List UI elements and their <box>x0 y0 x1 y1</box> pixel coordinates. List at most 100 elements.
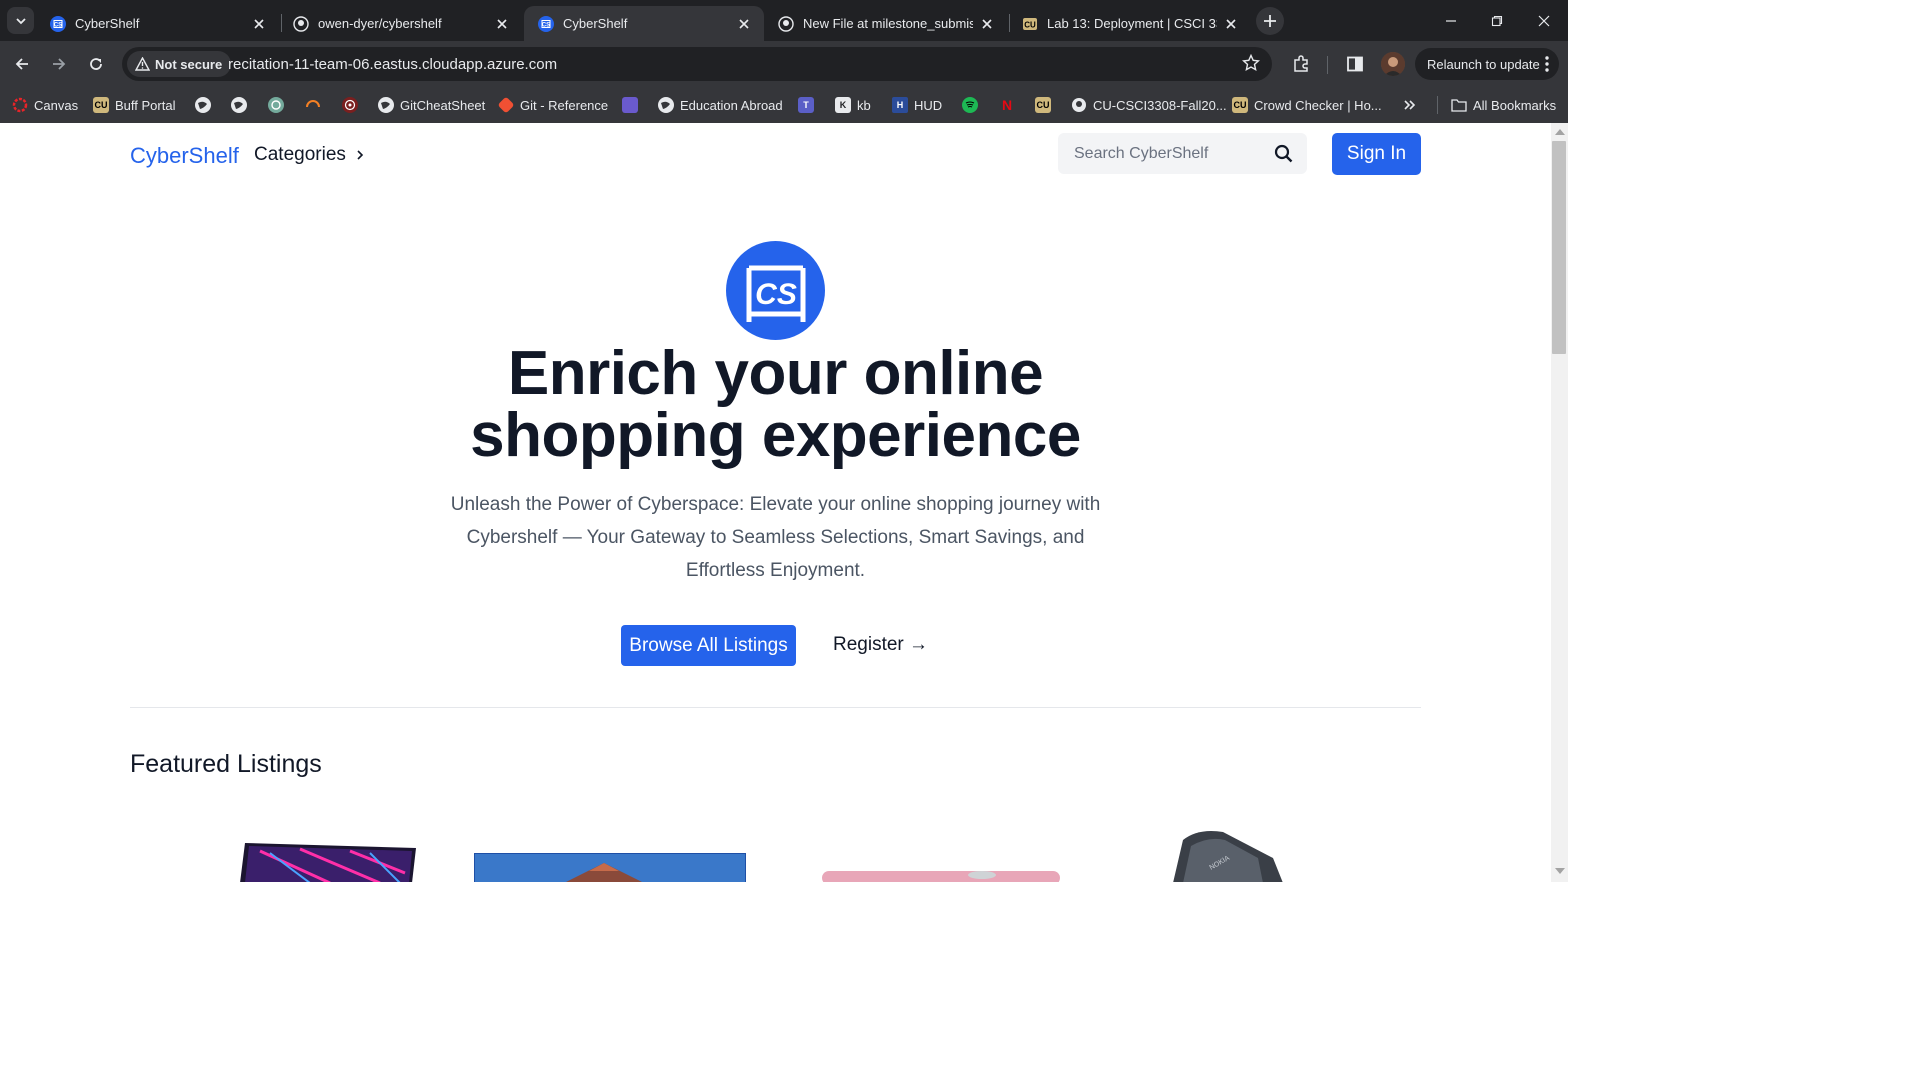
bookmark-canvas[interactable]: Canvas <box>12 95 78 115</box>
close-tab-icon[interactable] <box>251 16 267 32</box>
plus-icon <box>1264 15 1276 27</box>
site-brand-link[interactable]: CyberShelf <box>130 143 239 169</box>
tab-github-repo[interactable]: owen-dyer/cybershelf <box>279 6 522 41</box>
security-chip[interactable]: Not secure <box>127 51 232 77</box>
register-link[interactable]: Register → <box>833 634 928 656</box>
bookmark-target[interactable] <box>342 95 364 115</box>
featured-item-nokia-phone[interactable]: NOKIA <box>1163 828 1288 882</box>
bookmark-loading[interactable] <box>305 95 327 115</box>
close-tab-icon[interactable] <box>494 16 510 32</box>
bookmark-app[interactable] <box>622 95 644 115</box>
reload-button[interactable] <box>82 50 110 78</box>
chevron-down-icon <box>15 17 26 24</box>
featured-listings-heading: Featured Listings <box>130 750 322 778</box>
tab-cybershelf-1[interactable]: CS CyberShelf <box>36 6 279 41</box>
netflix-icon: N <box>1001 97 1013 113</box>
tab-lab13[interactable]: CU Lab 13: Deployment | CSCI 3308 <box>1008 6 1251 41</box>
search-icon[interactable] <box>1274 144 1293 168</box>
close-tab-icon[interactable] <box>1223 16 1239 32</box>
bookmark-label: Education Abroad <box>680 97 783 113</box>
arrow-right-icon <box>53 58 66 70</box>
tab-new-file[interactable]: New File at milestone_submissio <box>764 6 1007 41</box>
bookmark-buff-portal[interactable]: CU Buff Portal <box>93 95 175 115</box>
browse-all-listings-button[interactable]: Browse All Listings <box>621 625 796 666</box>
tab-title: owen-dyer/cybershelf <box>318 16 442 31</box>
restore-icon <box>1491 15 1503 27</box>
side-panel-icon <box>1347 56 1363 72</box>
minimize-button[interactable] <box>1438 8 1464 34</box>
chevron-right-icon <box>357 150 364 160</box>
bookmark-label: HUD <box>914 97 943 113</box>
bookmark-star-icon[interactable] <box>1241 53 1261 77</box>
globe-icon <box>231 97 247 113</box>
featured-item-pink-device[interactable] <box>822 869 1060 882</box>
new-tab-button[interactable] <box>1256 7 1284 35</box>
hud-icon: H <box>892 97 908 113</box>
bookmark-kb[interactable]: K kb <box>835 95 871 115</box>
extensions-button[interactable] <box>1287 50 1315 78</box>
scroll-down-arrow-icon[interactable] <box>1555 868 1565 874</box>
github-icon <box>778 15 794 32</box>
bookmark-label: Git - Reference <box>520 97 609 113</box>
github-icon <box>1071 97 1087 113</box>
bookmark-openai[interactable] <box>268 95 290 115</box>
scrollbar-thumb[interactable] <box>1552 141 1566 354</box>
cu-icon: CU <box>93 97 109 113</box>
bookmark-label: Crowd Checker | Ho... <box>1254 97 1382 113</box>
canvas-icon <box>12 97 28 113</box>
bookmark-crowd-checker[interactable]: CU Crowd Checker | Ho... <box>1232 95 1382 115</box>
featured-item-gaming-laptop[interactable] <box>240 843 418 882</box>
bookmark-globe-2[interactable] <box>231 95 253 115</box>
side-panel-button[interactable] <box>1341 50 1369 78</box>
relaunch-button[interactable]: Relaunch to update <box>1415 48 1559 80</box>
tv-image <box>474 853 746 882</box>
bookmark-globe-1[interactable] <box>195 95 217 115</box>
tab-strip: CS CyberShelf owen-dyer/cybershelf CS Cy… <box>0 0 1568 41</box>
all-bookmarks-button[interactable]: All Bookmarks <box>1451 95 1556 115</box>
bookmark-spotify[interactable] <box>962 95 984 115</box>
bookmark-git-reference[interactable]: Git - Reference <box>497 95 609 115</box>
search-input[interactable] <box>1058 133 1268 174</box>
bookmark-cu[interactable]: CU <box>1035 95 1057 115</box>
bookmarks-overflow-button[interactable] <box>1403 95 1417 115</box>
restore-button[interactable] <box>1484 8 1510 34</box>
bookmark-teams[interactable]: T <box>798 95 820 115</box>
close-tab-icon[interactable] <box>736 16 752 32</box>
scroll-up-arrow-icon[interactable] <box>1555 129 1565 135</box>
cybershelf-favicon: CS <box>50 15 66 32</box>
categories-label: Categories <box>254 144 346 165</box>
address-bar[interactable]: Not secure recitation-11-team-06.eastus.… <box>122 47 1272 81</box>
bookmark-label: Canvas <box>34 97 79 113</box>
categories-menu[interactable]: Categories <box>254 144 364 166</box>
sign-in-button[interactable]: Sign In <box>1332 133 1421 175</box>
featured-item-tv[interactable] <box>474 853 746 882</box>
svg-text:CS: CS <box>542 22 550 28</box>
forward-button[interactable] <box>45 50 73 78</box>
tab-cybershelf-active[interactable]: CS CyberShelf <box>524 6 764 41</box>
bookmark-label: Buff Portal <box>115 97 176 113</box>
close-tab-icon[interactable] <box>979 16 995 32</box>
bookmark-education-abroad[interactable]: Education Abroad <box>658 95 783 115</box>
close-window-button[interactable] <box>1531 8 1557 34</box>
tab-search-button[interactable] <box>7 7 34 34</box>
section-divider <box>130 707 1421 708</box>
toolbar-divider <box>1327 56 1328 74</box>
nokia-phone-image: NOKIA <box>1173 831 1283 882</box>
openai-icon <box>268 97 284 113</box>
avatar-icon <box>1381 52 1405 76</box>
bookmarks-bar: Canvas CU Buff Portal GitCheatSheet Git … <box>0 87 1568 123</box>
bookmark-cu-csci3308[interactable]: CU-CSCI3308-Fall20... <box>1071 95 1227 115</box>
bookmark-gitcheatsheet[interactable]: GitCheatSheet <box>378 95 485 115</box>
bookmark-hud[interactable]: H HUD <box>892 95 942 115</box>
hero-line-1: Enrich your online <box>507 339 1044 408</box>
back-button[interactable] <box>8 50 36 78</box>
bookmark-netflix[interactable]: N <box>999 95 1021 115</box>
hero-line-2: shopping experience <box>470 401 1081 470</box>
app-icon <box>622 97 638 113</box>
profile-avatar[interactable] <box>1381 52 1405 76</box>
bookmark-label: All Bookmarks <box>1473 97 1557 113</box>
puzzle-icon <box>1294 55 1308 72</box>
arrow-left-icon <box>15 58 28 70</box>
svg-text:CU: CU <box>1024 20 1036 29</box>
loading-icon <box>305 97 321 113</box>
